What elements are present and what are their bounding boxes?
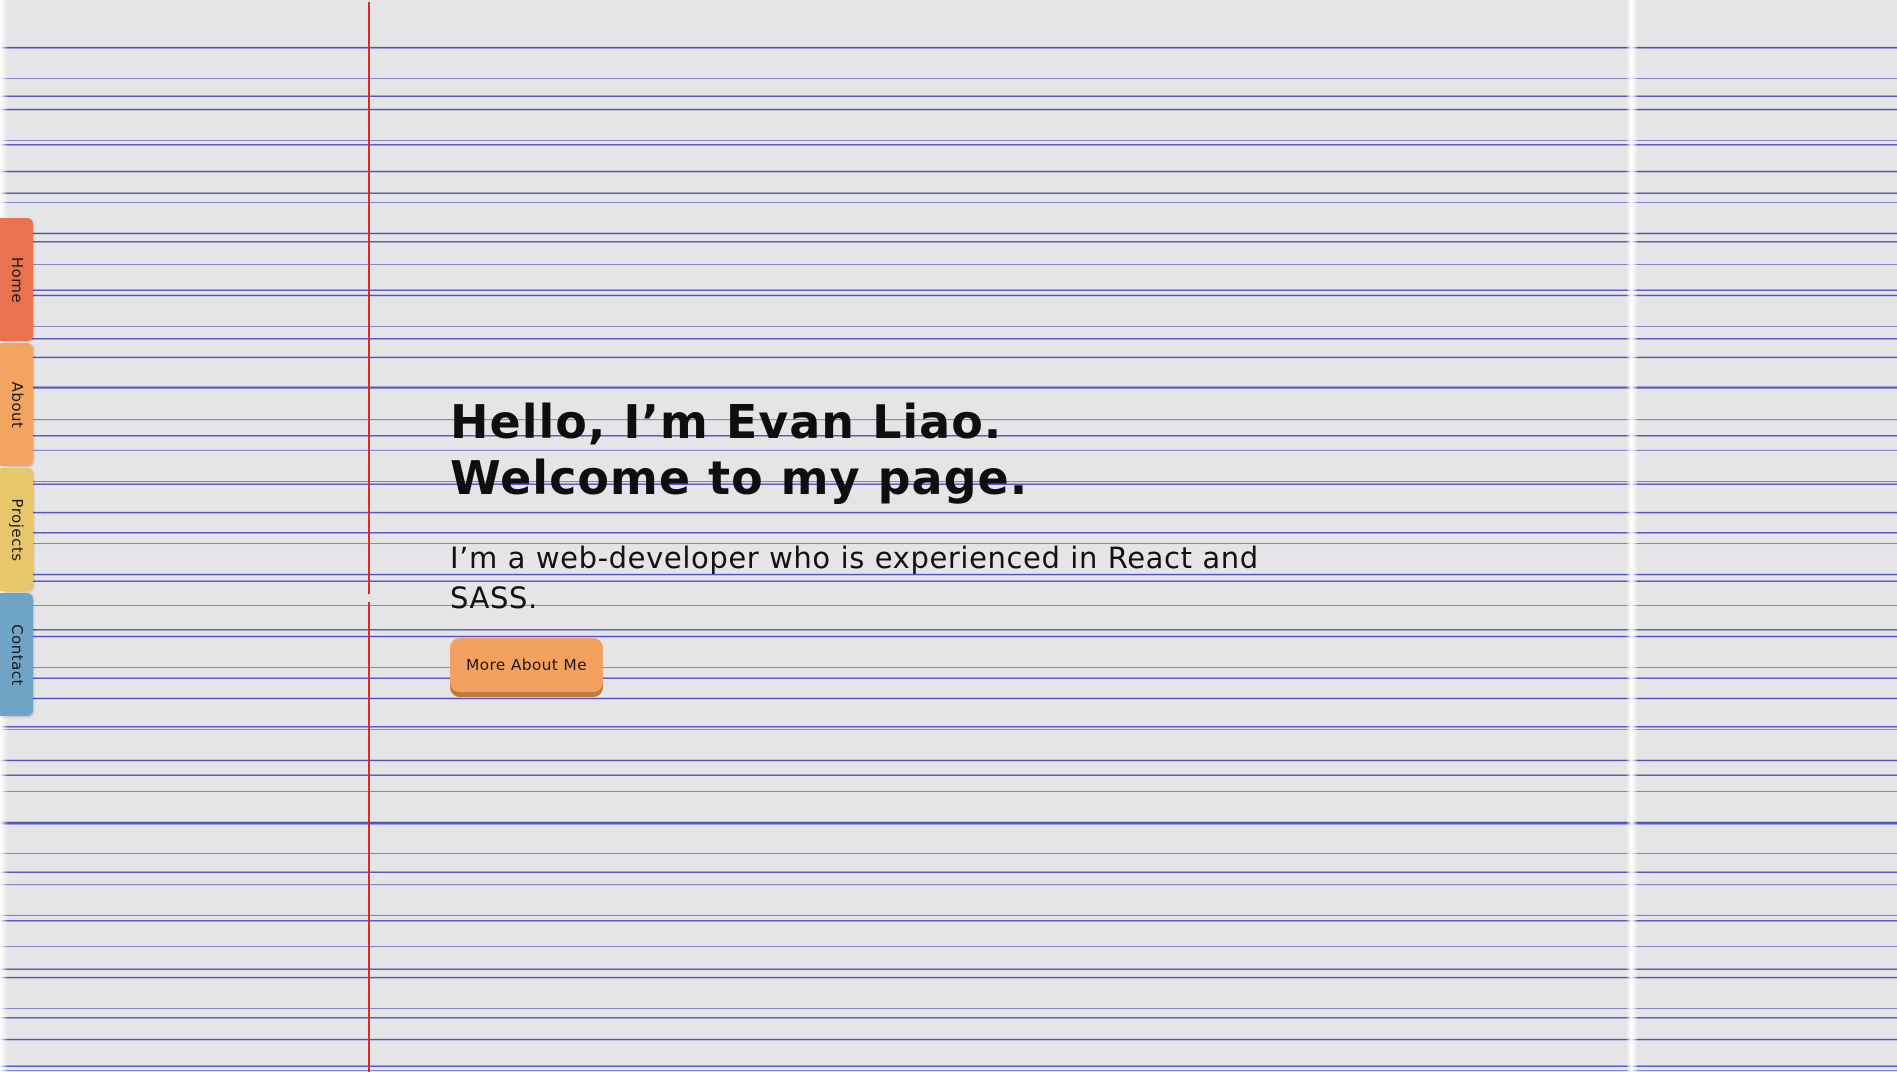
hero-heading-line2: Welcome to my page.	[450, 451, 1029, 505]
hero-heading: Hello, I’m Evan Liao. Welcome to my page…	[450, 394, 1270, 506]
hero-section: Hello, I’m Evan Liao. Welcome to my page…	[450, 394, 1270, 692]
hero-heading-line1: Hello, I’m Evan Liao.	[450, 395, 1003, 449]
tab-contact-label: Contact	[7, 623, 26, 686]
side-tab-navigation: Home About Projects Contact	[0, 218, 33, 718]
tab-about-label: About	[7, 381, 26, 428]
tab-home-label: Home	[7, 256, 26, 303]
paper-binding-edge	[1627, 0, 1637, 1072]
tab-home[interactable]: Home	[0, 218, 33, 341]
red-margin-line	[368, 2, 370, 1072]
more-about-me-button[interactable]: More About Me	[450, 638, 603, 692]
tab-contact[interactable]: Contact	[0, 593, 33, 716]
tab-projects-label: Projects	[7, 497, 26, 562]
notebook-paper-background: Home About Projects Contact Hello, I’m E…	[0, 0, 1897, 1072]
tab-projects[interactable]: Projects	[0, 468, 33, 591]
margin-line-gap	[366, 594, 372, 602]
hero-subtitle: I’m a web-developer who is experienced i…	[450, 541, 1259, 615]
tab-about[interactable]: About	[0, 343, 33, 466]
